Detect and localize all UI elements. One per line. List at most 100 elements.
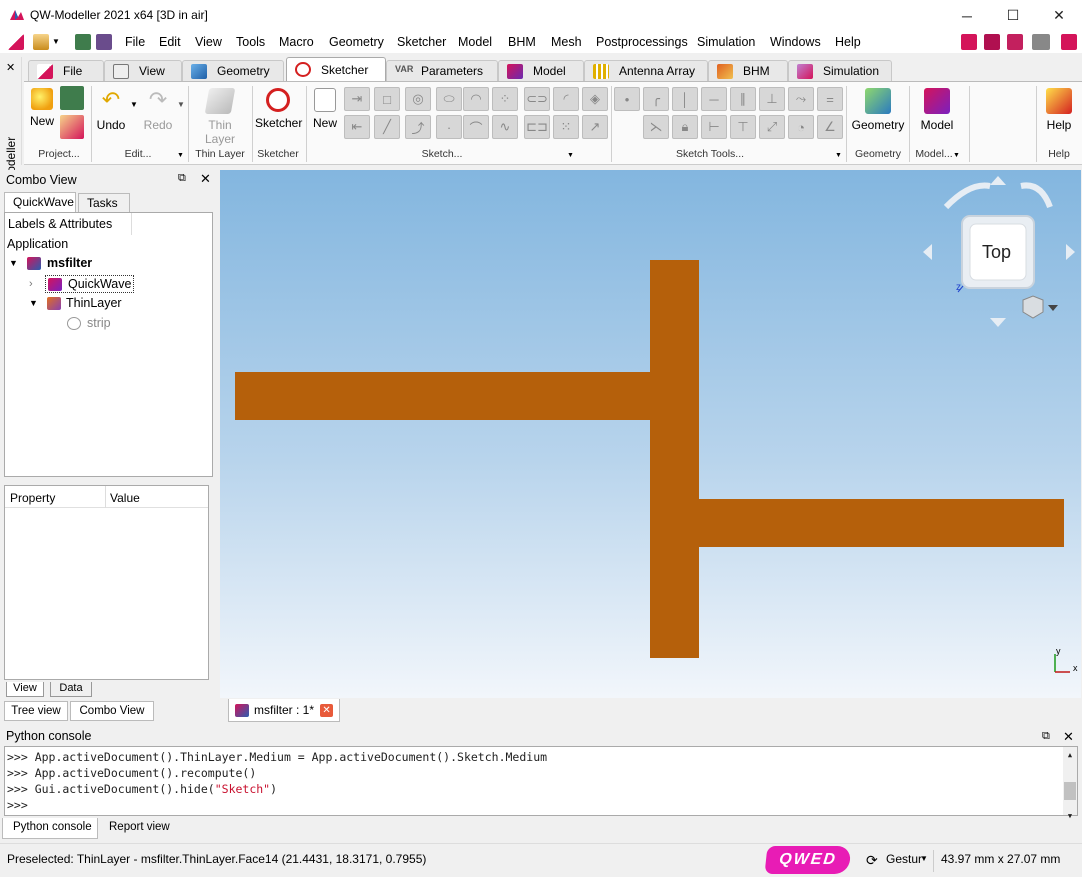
constraint-horizontal-icon[interactable]: ─ [701,87,727,111]
tab-tasks[interactable]: Tasks [78,193,130,212]
sketch-point-icon[interactable]: · [436,115,462,139]
navigation-style-selector[interactable]: Gestur [886,852,922,866]
sketch-trim-icon[interactable]: ⁙ [553,115,579,139]
close-window-button[interactable]: ✕ [1036,0,1082,31]
pan-down-arrow-icon[interactable] [990,318,1006,327]
redo-dropdown-icon[interactable]: ▼ [177,100,185,109]
sketch-arc-icon[interactable]: ◠ [463,87,489,111]
sketch-arc3-icon[interactable]: ⌒ [463,115,489,139]
tab-report-view[interactable]: Report view [100,818,180,839]
sketch-slot2-icon[interactable]: ⊏⊐ [524,115,550,139]
menu-sketcher[interactable]: Sketcher [397,35,446,49]
tab-view-props[interactable]: View [6,682,44,697]
quickwave-item[interactable]: QuickWave [45,275,135,293]
constraint-point-on-object-icon[interactable]: ╭ [643,87,669,111]
tab-bhm[interactable]: BHM [708,60,788,81]
maximize-button[interactable]: ☐ [990,0,1036,31]
menu-windows[interactable]: Windows [770,35,821,49]
scroll-up-icon[interactable]: ▲ [1063,747,1077,763]
constraint-symmetric-icon[interactable]: ⋋ [643,115,669,139]
undo-dropdown-icon[interactable]: ▼ [130,100,138,109]
new-project-button[interactable]: New [30,88,54,128]
view-menu-cube-icon[interactable] [1022,295,1044,319]
constraint-lock-icon[interactable]: 🔒︎ [672,115,698,139]
sketcher-button[interactable]: Sketcher [255,88,302,130]
constraint-coincident-icon[interactable]: • [614,87,640,111]
qw-tool-5-icon[interactable] [1061,34,1077,50]
sketch-bspline-icon[interactable]: ∿ [492,115,518,139]
menu-edit[interactable]: Edit [159,35,181,49]
save-quick-icon[interactable] [75,34,91,50]
console-input-line[interactable]: >>> [7,797,1075,813]
collapse-chevron-icon[interactable]: ▼ [29,298,45,308]
tab-parameters[interactable]: VAR Parameters [386,60,498,81]
qw-tool-4-icon[interactable] [1032,34,1050,50]
close-console-icon[interactable]: ✕ [1063,729,1074,745]
collapse-chevron-icon[interactable]: ▼ [9,258,23,268]
close-panel-icon[interactable]: ✕ [200,171,211,187]
menu-mesh[interactable]: Mesh [551,35,582,49]
scroll-thumb[interactable] [1064,782,1076,800]
sketch-rectangle-icon[interactable]: □ [374,87,400,111]
expand-chevron-icon[interactable]: › [29,278,45,290]
help-button[interactable]: Help [1042,88,1076,132]
sketch-fillet-icon[interactable]: ◜ [553,87,579,111]
tab-python-console[interactable]: Python console [2,818,98,839]
constraint-perpendicular-icon[interactable]: ⊥ [759,87,785,111]
constraint-vertical-distance-icon[interactable]: ⊤ [730,115,756,139]
tree-row-quickwave[interactable]: › QuickWave [29,275,135,293]
document-tab[interactable]: msfilter : 1* ✕ [228,699,340,722]
menu-file[interactable]: File [125,35,145,49]
thin-layer-button[interactable]: Thin Layer [192,88,248,146]
save-project-icon[interactable] [60,86,84,110]
microstrip-output-line[interactable] [697,499,1064,547]
python-console[interactable]: >>> App.activeDocument().ThinLayer.Mediu… [4,746,1078,820]
menu-tools[interactable]: Tools [236,35,265,49]
menu-help[interactable]: Help [835,35,861,49]
model-group-expand-icon[interactable]: ▼ [953,152,960,159]
sketch-map-icon[interactable]: ⇥ [344,87,370,111]
save-as-project-icon[interactable] [60,115,84,139]
sketch-tools-group-expand-icon[interactable]: ▼ [835,152,842,159]
menu-simulation[interactable]: Simulation [697,35,755,49]
minimize-button[interactable]: ─ [944,0,990,31]
menu-bhm[interactable]: BHM [508,35,536,49]
tab-geometry[interactable]: Geometry [182,60,284,81]
microstrip-stub[interactable] [650,260,699,658]
console-scrollbar[interactable]: ▲ ▼ [1063,747,1077,820]
menu-postprocessings[interactable]: Postprocessings [596,35,688,49]
sketch-polyline-icon[interactable]: ⤴ [405,115,431,139]
tab-simulation[interactable]: Simulation [788,60,892,81]
sketch-group-expand-icon[interactable]: ▼ [567,152,574,159]
microstrip-input-line[interactable] [235,372,652,420]
tab-model[interactable]: Model [498,60,584,81]
save-as-quick-icon[interactable] [96,34,112,50]
pan-up-arrow-icon[interactable] [990,176,1006,185]
constraint-angle-icon[interactable]: ∠ [817,115,843,139]
constraint-distance-icon[interactable]: ⤢ [759,115,785,139]
constraint-radius-icon[interactable]: ◔ [788,115,814,139]
tab-data-props[interactable]: Data [50,682,92,697]
view-menu-dropdown-icon[interactable] [1048,305,1058,311]
menu-view[interactable]: View [195,35,222,49]
sketch-line-icon[interactable]: ╱ [374,115,400,139]
float-console-icon[interactable]: ⧉ [1042,730,1050,743]
sketch-ellipse-icon[interactable]: ⬭ [436,87,462,111]
3d-viewport[interactable]: Top z y x [220,170,1081,698]
model-button[interactable]: Model [914,88,960,132]
tab-combo-view[interactable]: Combo View [70,701,154,721]
float-panel-icon[interactable]: ⧉ [178,172,186,185]
menu-model[interactable]: Model [458,35,492,49]
close-document-icon[interactable]: ✕ [320,703,334,717]
pan-right-arrow-icon[interactable] [1066,244,1075,260]
sketch-circle-icon[interactable]: ◎ [405,87,431,111]
sketch-points-icon[interactable]: ⁘ [492,87,518,111]
open-dropdown-icon[interactable]: ▼ [52,34,62,50]
qw-tool-3-icon[interactable] [1007,34,1023,50]
pan-left-arrow-icon[interactable] [923,244,932,260]
qw-tool-2-icon[interactable] [984,34,1000,50]
sketch-external-icon[interactable]: ◈ [582,87,608,111]
tab-file[interactable]: File [28,60,104,81]
sketch-leave-icon[interactable]: ⇤ [344,115,370,139]
menu-macro[interactable]: Macro [279,35,314,49]
